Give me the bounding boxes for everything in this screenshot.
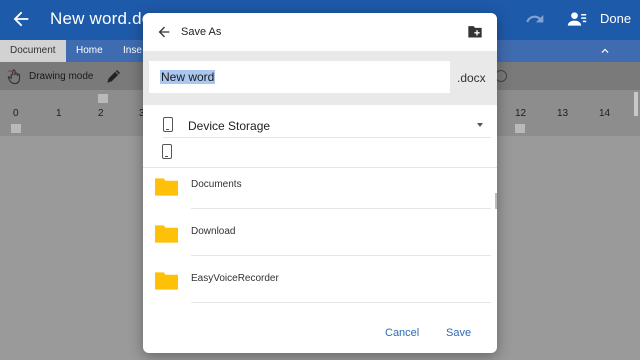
right-margin-marker[interactable] [515, 124, 525, 133]
touch-draw-icon[interactable] [6, 67, 24, 85]
drawing-mode-label[interactable]: Drawing mode [29, 71, 93, 82]
folder-label: Documents [191, 179, 242, 190]
redo-icon[interactable] [525, 9, 545, 29]
folder-label: Download [191, 226, 236, 237]
storage-location-label: Device Storage [188, 119, 271, 133]
file-name-input[interactable]: New word [149, 61, 450, 93]
left-margin-marker[interactable] [11, 124, 21, 133]
ruler-tick: 1 [56, 108, 62, 119]
caret-down-icon[interactable] [477, 123, 483, 127]
folder-label: EasyVoiceRecorder [191, 273, 279, 284]
dialog-title: Save As [181, 26, 222, 38]
folder-icon [155, 178, 178, 196]
folder-icon [155, 225, 178, 243]
folder-item-download[interactable]: Download [143, 209, 497, 256]
dialog-actions: Cancel Save [143, 313, 497, 353]
save-button[interactable]: Save [446, 327, 471, 339]
pen-icon[interactable] [105, 67, 123, 85]
ruler-tick: 13 [557, 108, 569, 119]
chevron-up-icon[interactable] [598, 44, 612, 58]
ruler-tick: 2 [98, 108, 104, 119]
vertical-scrollbar[interactable] [634, 92, 638, 116]
folder-item-documents[interactable]: Documents [143, 162, 497, 209]
folder-item-easyvoicerecorder[interactable]: EasyVoiceRecorder [143, 256, 497, 303]
ruler-tick: 0 [13, 108, 19, 119]
device-root-icon[interactable] [162, 144, 172, 159]
tab-home[interactable]: Home [66, 40, 113, 62]
divider [191, 302, 491, 303]
new-folder-icon[interactable] [467, 24, 483, 39]
tab-document[interactable]: Document [0, 40, 66, 62]
save-as-dialog: Save As New word .docx Device Storage Do… [143, 13, 497, 353]
folder-icon [155, 272, 178, 290]
back-arrow-icon[interactable] [10, 8, 32, 30]
file-extension: .docx [457, 71, 486, 85]
folder-list-scrollbar[interactable] [495, 193, 497, 209]
file-name-value[interactable]: New word [160, 70, 216, 84]
ruler-tick: 12 [515, 108, 527, 119]
back-arrow-icon[interactable] [156, 24, 172, 40]
phone-icon [163, 117, 173, 132]
ruler-tick: 14 [599, 108, 611, 119]
indent-marker[interactable] [98, 94, 108, 103]
cancel-button[interactable]: Cancel [385, 327, 419, 339]
dialog-header: Save As [143, 13, 497, 51]
file-name-row: New word .docx [143, 51, 497, 105]
share-person-icon[interactable] [567, 9, 587, 29]
done-button[interactable]: Done [600, 11, 631, 26]
